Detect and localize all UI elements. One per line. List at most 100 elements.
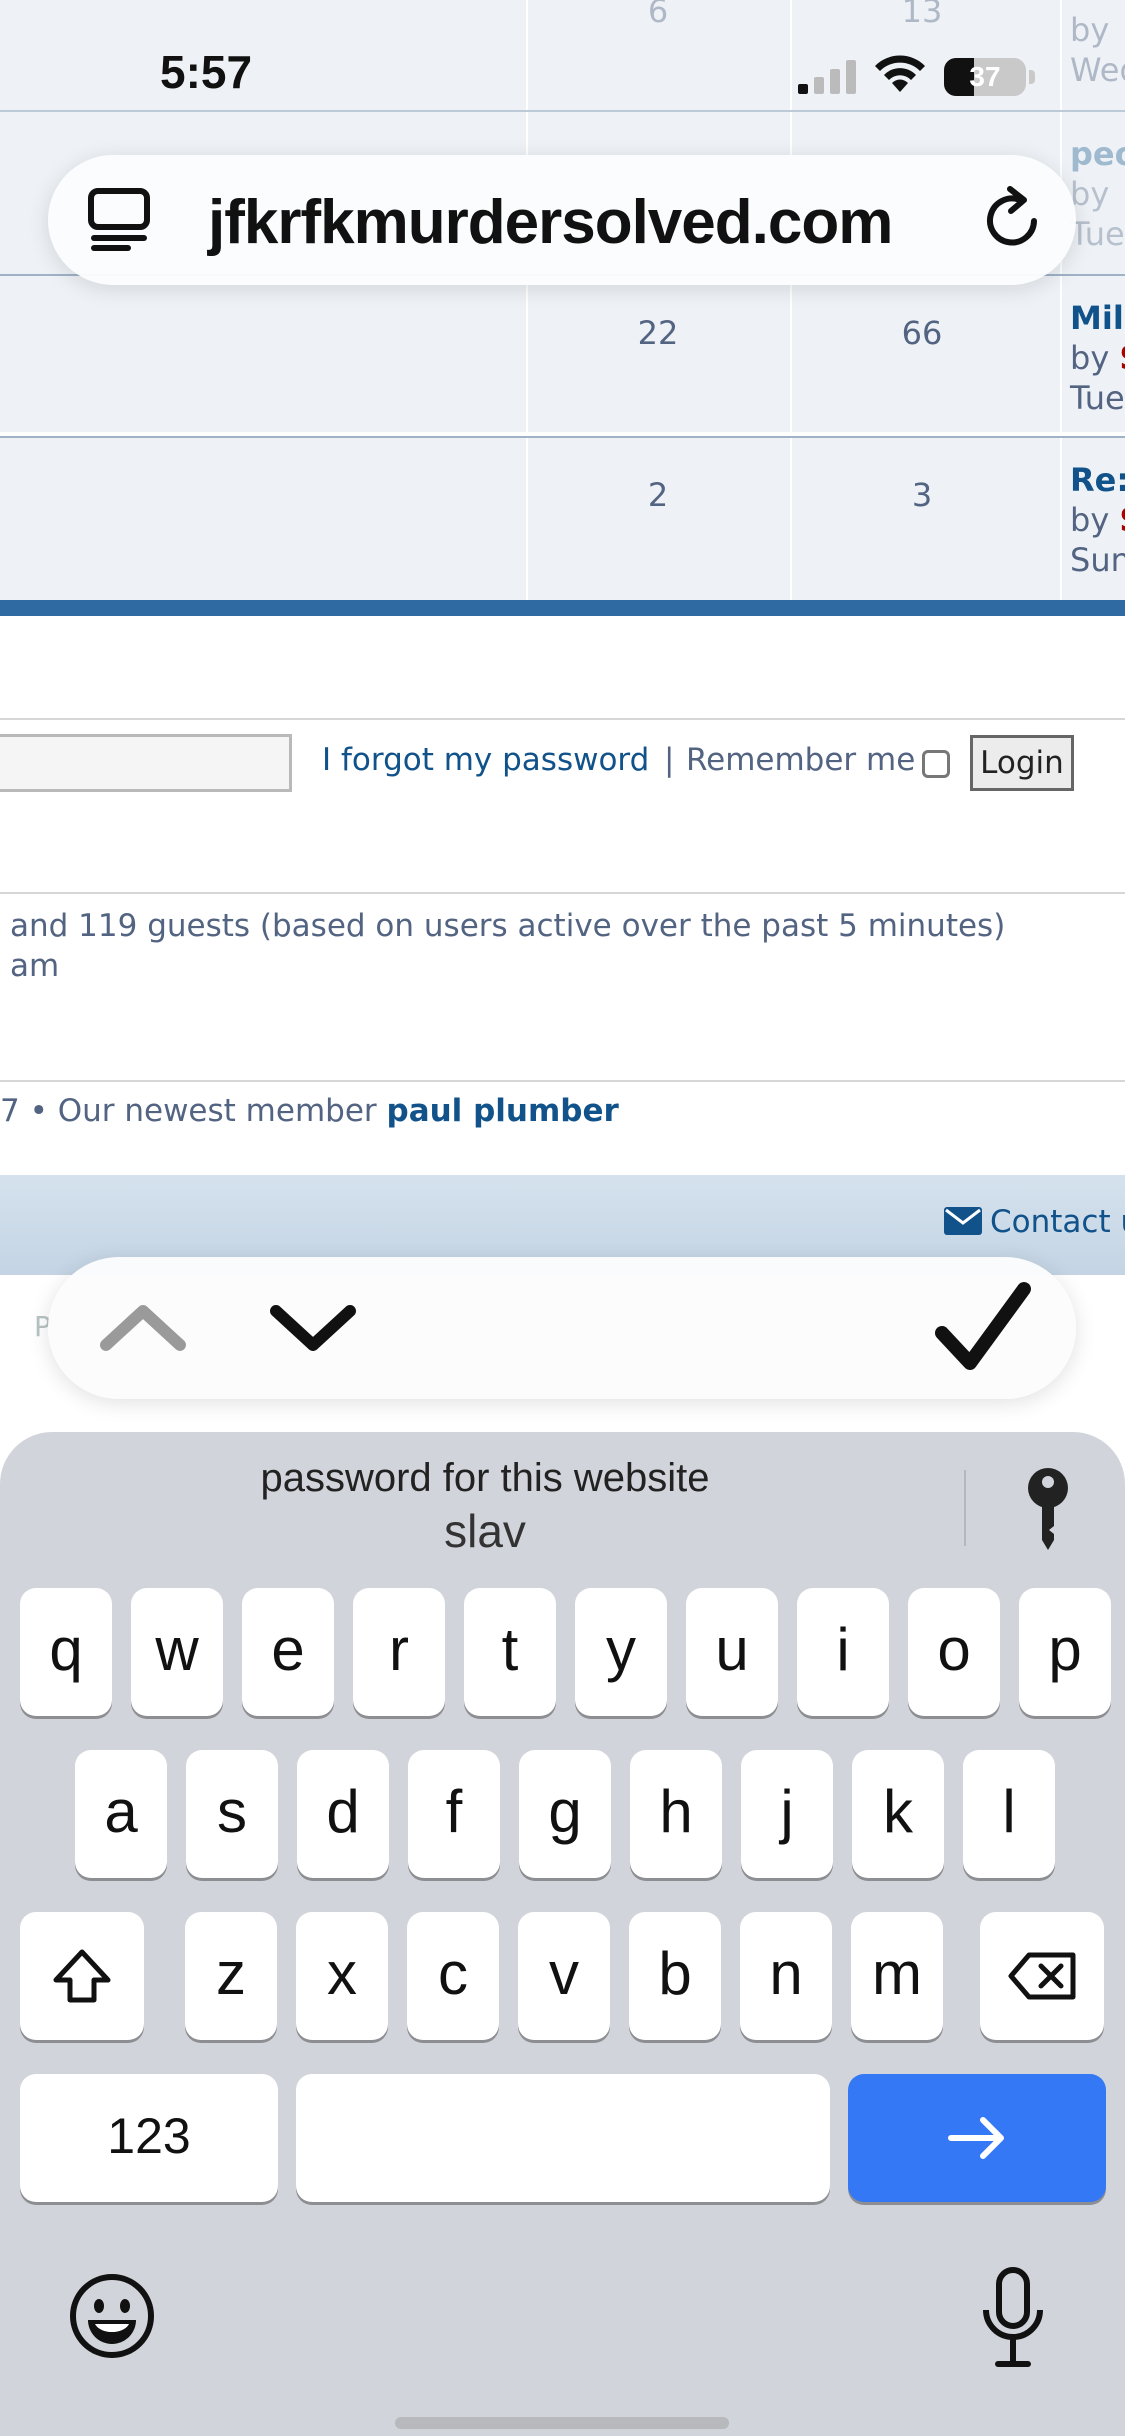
page-menu-icon[interactable]	[86, 187, 156, 253]
last-post-by: by	[1070, 339, 1110, 377]
key-d[interactable]: d	[297, 1750, 389, 1878]
key-f[interactable]: f	[408, 1750, 500, 1878]
checkmark-icon[interactable]	[928, 1279, 1038, 1379]
microphone-icon[interactable]	[980, 2266, 1046, 2370]
delete-icon	[1008, 1952, 1076, 2000]
key-m[interactable]: m	[851, 1912, 943, 2040]
topics-count: 22	[637, 314, 679, 352]
key-t[interactable]: t	[464, 1588, 556, 1716]
remember-me-label: Remember me	[686, 742, 916, 778]
newest-member-prefix: 7 • Our newest member	[0, 1093, 377, 1129]
online-users-text: and 119 guests (based on users active ov…	[10, 906, 1005, 986]
last-post-date: Tue	[1070, 215, 1125, 253]
online-line-2: am	[10, 948, 60, 984]
shift-key[interactable]	[20, 1912, 144, 2040]
login-button[interactable]: Login	[970, 735, 1074, 791]
forgot-password-link[interactable]: I forgot my password	[322, 742, 649, 778]
home-indicator[interactable]	[395, 2417, 729, 2429]
key-i[interactable]: i	[797, 1588, 889, 1716]
online-line-1: and 119 guests (based on users active ov…	[10, 908, 1006, 944]
delete-key[interactable]	[980, 1912, 1104, 2040]
key-g[interactable]: g	[519, 1750, 611, 1878]
envelope-icon	[944, 1207, 982, 1235]
suggestion-divider	[964, 1470, 966, 1546]
key-s[interactable]: s	[186, 1750, 278, 1878]
key-z[interactable]: z	[185, 1912, 277, 2040]
key-x[interactable]: x	[296, 1912, 388, 2040]
key-u[interactable]: u	[686, 1588, 778, 1716]
posts-count: 13	[901, 0, 943, 30]
last-post-user[interactable]: S	[1119, 339, 1125, 377]
key-y[interactable]: y	[575, 1588, 667, 1716]
suggestion-username: slav	[444, 1505, 526, 1557]
contact-link[interactable]: Contact u	[944, 1204, 1125, 1240]
topics-count: 2	[647, 476, 669, 514]
last-post-title[interactable]: Re:	[1070, 460, 1125, 500]
col-divider	[1060, 0, 1062, 110]
key-e[interactable]: e	[242, 1588, 334, 1716]
key-r[interactable]: r	[353, 1588, 445, 1716]
password-field[interactable]	[0, 734, 292, 792]
url-domain[interactable]: jfkrfkmurdersolved.com	[208, 187, 893, 258]
key-a[interactable]: a	[75, 1750, 167, 1878]
numbers-key[interactable]: 123	[20, 2074, 278, 2202]
key-n[interactable]: n	[740, 1912, 832, 2040]
col-divider	[1060, 276, 1062, 432]
col-divider	[790, 438, 792, 600]
col-divider	[790, 276, 792, 432]
last-post-date: Tue	[1070, 379, 1125, 417]
last-post-date: Sun	[1070, 541, 1125, 579]
key-b[interactable]: b	[629, 1912, 721, 2040]
topics-count: 6	[647, 0, 669, 30]
stats-divider	[0, 1080, 1125, 1082]
key-v[interactable]: v	[518, 1912, 610, 2040]
contact-label: Contact u	[990, 1204, 1125, 1240]
cellular-signal-icon	[798, 60, 856, 94]
arrow-right-icon	[948, 2117, 1004, 2159]
forum-row[interactable]: 2 3 Re: by S Sun	[0, 438, 1125, 600]
return-key[interactable]	[848, 2074, 1106, 2202]
reload-icon[interactable]	[978, 185, 1048, 255]
last-post-by: by	[1070, 501, 1110, 539]
key-w[interactable]: w	[131, 1588, 223, 1716]
posts-count: 66	[901, 314, 943, 352]
last-post-title[interactable]: peo	[1070, 134, 1125, 174]
shift-icon	[53, 1949, 111, 2003]
last-post[interactable]: peo by Tue	[1070, 134, 1125, 254]
key-h[interactable]: h	[630, 1750, 722, 1878]
newest-member-link[interactable]: paul plumber	[387, 1093, 619, 1129]
battery-percent: 37	[969, 61, 1001, 92]
last-post-by: by	[1070, 11, 1110, 49]
keyboard: password for this website slav 123 qwert…	[0, 1432, 1125, 2436]
key-l[interactable]: l	[963, 1750, 1055, 1878]
posts-count: 3	[911, 476, 933, 514]
emoji-icon[interactable]	[68, 2272, 156, 2360]
key-o[interactable]: o	[908, 1588, 1000, 1716]
forum-row[interactable]: 22 66 Mili by S Tue	[0, 276, 1125, 432]
form-assistant-bar	[48, 1257, 1076, 1399]
last-post-title[interactable]: Mili	[1070, 298, 1125, 338]
last-post[interactable]: Mili by S Tue	[1070, 298, 1125, 418]
key-j[interactable]: j	[741, 1750, 833, 1878]
address-bar[interactable]: jfkrfkmurdersolved.com	[48, 155, 1076, 285]
status-time: 5:57	[160, 46, 253, 98]
newest-member-text: 7 • Our newest member paul plumber	[0, 1093, 619, 1129]
last-post-user[interactable]: S	[1119, 501, 1125, 539]
key-q[interactable]: q	[20, 1588, 112, 1716]
battery-icon: 37	[944, 58, 1026, 96]
chevron-down-icon[interactable]	[258, 1285, 368, 1371]
space-key[interactable]	[296, 2074, 830, 2202]
key-p[interactable]: p	[1019, 1588, 1111, 1716]
link-separator: |	[664, 742, 675, 778]
chevron-up-icon[interactable]	[88, 1285, 198, 1371]
suggestion-title: password for this website	[260, 1456, 710, 1500]
key-k[interactable]: k	[852, 1750, 944, 1878]
last-post[interactable]: Re: by S Sun	[1070, 460, 1125, 580]
password-suggestion[interactable]: password for this website slav	[120, 1452, 850, 1558]
last-post[interactable]: by Wed	[1070, 10, 1125, 90]
wifi-icon	[875, 55, 925, 92]
remember-me-checkbox[interactable]	[922, 750, 950, 778]
key-icon[interactable]	[1018, 1464, 1078, 1554]
key-c[interactable]: c	[407, 1912, 499, 2040]
last-post-by: by	[1070, 175, 1110, 213]
